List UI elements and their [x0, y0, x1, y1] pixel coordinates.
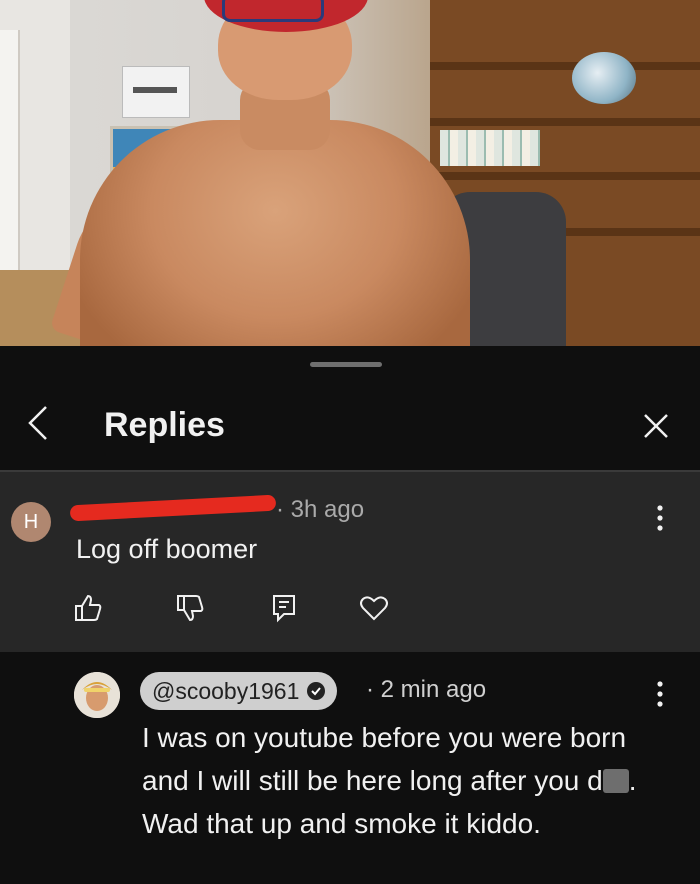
- like-button[interactable]: [70, 590, 106, 626]
- globe: [572, 52, 636, 104]
- video-player[interactable]: [0, 0, 700, 346]
- replies-header: Replies: [0, 378, 700, 470]
- back-button[interactable]: [18, 398, 58, 448]
- drag-handle[interactable]: [310, 362, 382, 367]
- close-button[interactable]: [634, 404, 678, 448]
- heart-button[interactable]: [356, 590, 392, 626]
- wall-picture: [122, 66, 190, 118]
- creator-avatar-icon: [74, 672, 120, 718]
- replies-panel: Replies H · 3h ago Log off boomer @scoob…: [0, 346, 700, 884]
- more-vertical-icon: [657, 505, 663, 531]
- comment-menu-button[interactable]: [648, 674, 672, 714]
- dislike-button[interactable]: [172, 590, 208, 626]
- more-vertical-icon: [657, 681, 663, 707]
- avatar[interactable]: [74, 672, 120, 718]
- comment-text: Log off boomer: [76, 534, 258, 564]
- reply-comment: @scooby1961 · 2 min ago I was on youtube…: [0, 652, 700, 884]
- dislike-icon: [177, 595, 204, 622]
- comment-timestamp: · 2 min ago: [366, 676, 487, 703]
- page-title: Replies: [104, 406, 225, 444]
- person-torso: [80, 120, 470, 346]
- comment-menu-button[interactable]: [648, 498, 672, 538]
- redacted-username: [69, 494, 277, 522]
- reply-button[interactable]: [266, 590, 302, 626]
- glasses: [222, 0, 324, 22]
- chevron-left-icon: [28, 406, 47, 440]
- censor-block: [602, 769, 629, 793]
- comment-text-part1: I was on youtube before you were born an…: [142, 722, 627, 796]
- comment-text: I was on youtube before you were born an…: [142, 716, 662, 845]
- comment-timestamp: · 3h ago: [276, 496, 365, 523]
- close-icon: [644, 414, 668, 438]
- avatar[interactable]: H: [11, 502, 51, 542]
- channel-handle-text: @scooby1961: [152, 677, 300, 704]
- channel-handle[interactable]: @scooby1961: [140, 672, 338, 710]
- verified-icon: [307, 682, 326, 700]
- parent-comment: H · 3h ago Log off boomer: [0, 472, 700, 652]
- reply-icon: [273, 595, 295, 623]
- like-icon: [75, 594, 102, 621]
- heart-icon: [360, 596, 388, 621]
- books: [440, 130, 540, 166]
